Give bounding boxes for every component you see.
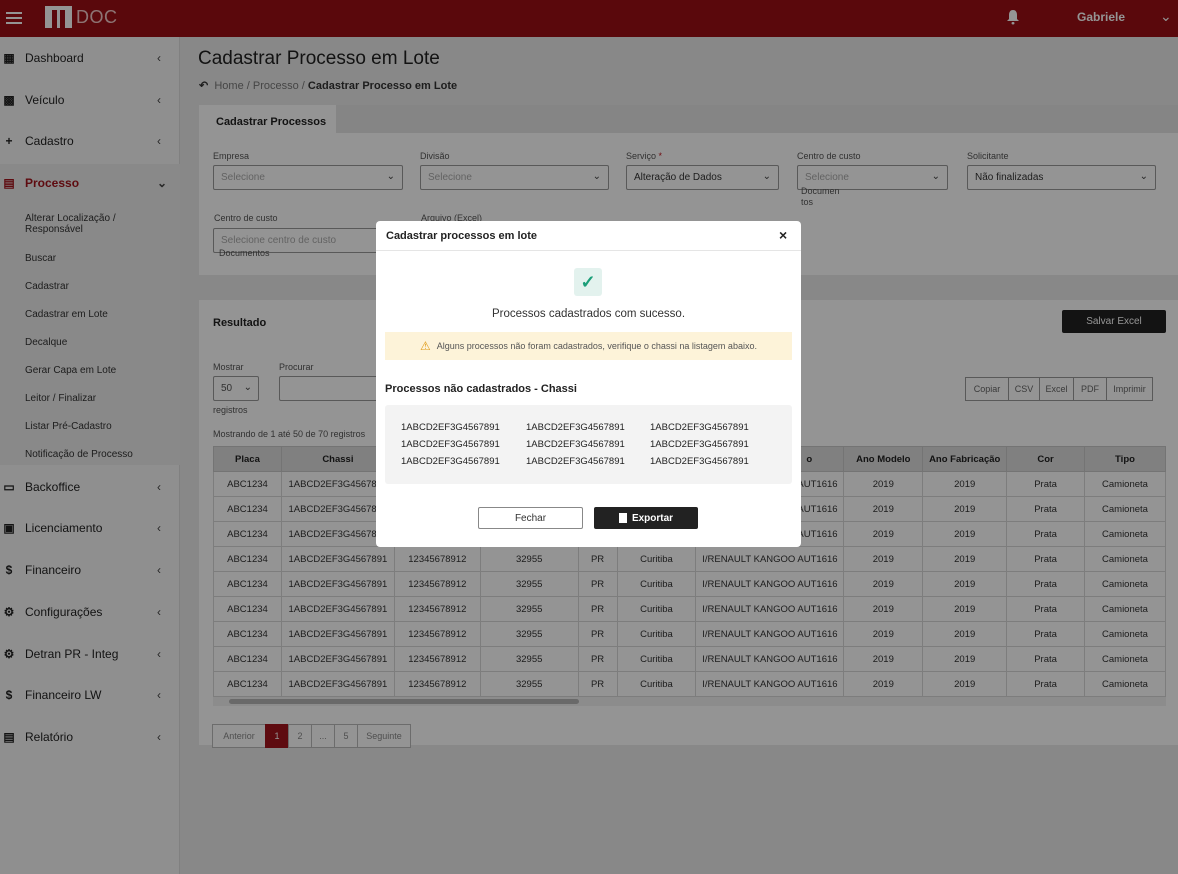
- close-icon[interactable]: ×: [779, 227, 787, 243]
- check-icon: ✓: [574, 268, 602, 296]
- chassi-item: 1ABCD2EF3G4567891: [401, 422, 500, 433]
- chassi-item: 1ABCD2EF3G4567891: [526, 456, 625, 467]
- success-message: Processos cadastrados com sucesso.: [491, 308, 686, 320]
- chassi-item: 1ABCD2EF3G4567891: [650, 456, 749, 467]
- chassi-item: 1ABCD2EF3G4567891: [526, 422, 625, 433]
- file-icon: [618, 513, 627, 523]
- chassi-item: 1ABCD2EF3G4567891: [650, 439, 749, 450]
- export-button[interactable]: Exportar: [594, 507, 698, 529]
- export-button-label: Exportar: [631, 512, 674, 524]
- warning-alert: ⚠ Alguns processos não foram cadastrados…: [385, 332, 792, 360]
- chassi-item: 1ABCD2EF3G4567891: [401, 456, 500, 467]
- chassi-item: 1ABCD2EF3G4567891: [401, 439, 500, 450]
- close-button[interactable]: Fechar: [478, 507, 583, 529]
- warning-text: Alguns processos não foram cadastrados, …: [436, 341, 757, 351]
- chassi-item: 1ABCD2EF3G4567891: [526, 439, 625, 450]
- batch-process-modal: Cadastrar processos em lote × ✓ Processo…: [376, 221, 801, 547]
- modal-divider: [376, 250, 801, 251]
- chassi-item: 1ABCD2EF3G4567891: [650, 422, 749, 433]
- warning-icon: ⚠: [420, 339, 431, 353]
- modal-title: Cadastrar processos em lote: [386, 230, 538, 242]
- failed-list-title: Processos não cadastrados - Chassi: [385, 383, 577, 395]
- failed-chassi-list: 1ABCD2EF3G4567891 1ABCD2EF3G4567891 1ABC…: [385, 405, 792, 484]
